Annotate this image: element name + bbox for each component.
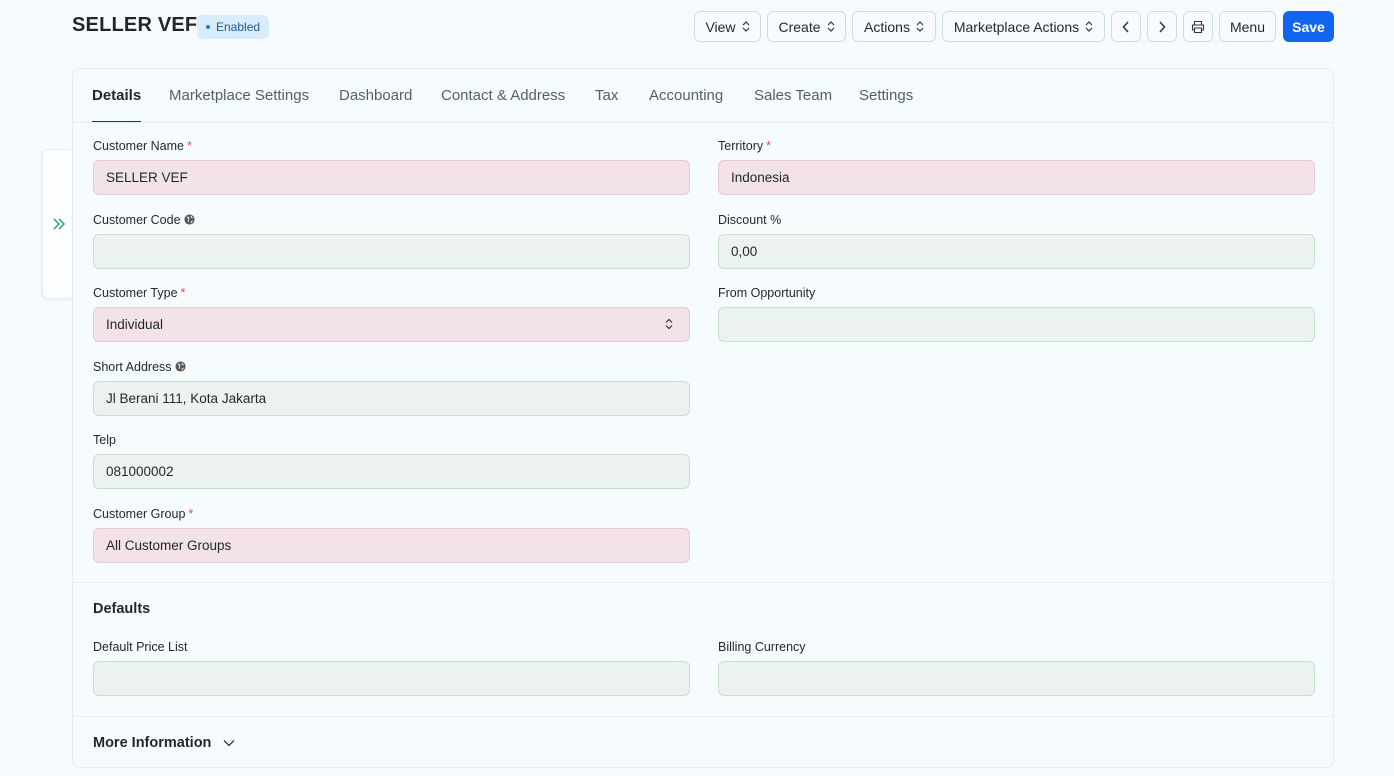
globe-icon <box>184 214 195 225</box>
form-tabs: Details Marketplace Settings Dashboard C… <box>73 69 1333 123</box>
territory-label: Territory * <box>718 139 771 153</box>
tab-tax[interactable]: Tax <box>595 87 618 122</box>
tab-sales-team[interactable]: Sales Team <box>754 87 832 122</box>
menu-button-label: Menu <box>1229 18 1266 35</box>
customer-name-label-text: Customer Name <box>93 139 184 153</box>
discount-label: Discount % <box>718 213 782 227</box>
form-card: Details Marketplace Settings Dashboard C… <box>72 68 1334 768</box>
billing-currency-field[interactable] <box>718 661 1315 696</box>
tab-settings[interactable]: Settings <box>859 87 913 122</box>
customer-group-label-text: Customer Group <box>93 507 186 521</box>
customer-type-label: Customer Type * <box>93 286 185 300</box>
short-address-label-text: Short Address <box>93 360 172 374</box>
short-address-field[interactable]: Jl Berani 111, Kota Jakarta <box>93 381 690 416</box>
status-dot-icon <box>206 24 210 29</box>
actions-button[interactable]: Actions <box>852 11 936 42</box>
chevron-right-icon <box>1159 20 1166 33</box>
tab-details[interactable]: Details <box>92 87 142 122</box>
actions-button-label: Actions <box>864 18 910 35</box>
view-button[interactable]: View <box>694 11 761 42</box>
customer-code-label-text: Customer Code <box>93 213 181 227</box>
territory-label-text: Territory <box>718 139 764 153</box>
save-button[interactable]: Save <box>1283 11 1334 42</box>
tab-accounting[interactable]: Accounting <box>649 87 723 122</box>
view-button-label: View <box>705 18 736 35</box>
customer-type-label-text: Customer Type <box>93 286 178 300</box>
customer-type-select[interactable]: Individual <box>93 307 690 342</box>
printer-icon <box>1191 20 1205 33</box>
customer-code-label: Customer Code <box>93 213 195 227</box>
chevron-left-icon <box>1122 20 1129 33</box>
default-price-list-label: Default Price List <box>93 640 188 654</box>
section-divider <box>73 716 1333 717</box>
discount-field[interactable]: 0,00 <box>718 234 1315 269</box>
from-opportunity-label: From Opportunity <box>718 286 816 300</box>
section-divider <box>73 582 1333 583</box>
create-button[interactable]: Create <box>767 11 846 42</box>
customer-name-label: Customer Name * <box>93 139 192 153</box>
create-button-label: Create <box>778 18 821 35</box>
next-record-button[interactable] <box>1147 11 1177 42</box>
required-marker: * <box>187 139 192 153</box>
marketplace-actions-button-label: Marketplace Actions <box>953 18 1080 35</box>
menu-button[interactable]: Menu <box>1219 11 1276 42</box>
sort-caret-icon <box>916 21 924 32</box>
sort-caret-icon <box>665 318 673 330</box>
tab-dashboard[interactable]: Dashboard <box>339 87 412 122</box>
customer-group-label: Customer Group * <box>93 507 193 521</box>
customer-code-field[interactable] <box>93 234 690 269</box>
marketplace-actions-button[interactable]: Marketplace Actions <box>942 11 1105 42</box>
sort-caret-icon <box>1085 21 1093 32</box>
telp-label: Telp <box>93 433 116 447</box>
page-title: SELLER VEF <box>72 14 198 36</box>
sidebar-toggle-panel[interactable] <box>42 149 74 299</box>
sort-caret-icon <box>742 21 749 32</box>
more-information-toggle[interactable]: More Information <box>93 735 235 751</box>
required-marker: * <box>766 139 772 153</box>
status-badge: Enabled <box>197 15 270 39</box>
more-information-title: More Information <box>93 735 212 751</box>
from-opportunity-field[interactable] <box>718 307 1315 342</box>
save-button-label: Save <box>1292 18 1325 35</box>
billing-currency-label: Billing Currency <box>718 640 806 654</box>
globe-icon <box>174 361 186 372</box>
double-chevron-right-icon <box>53 218 66 230</box>
default-price-list-field[interactable] <box>93 661 690 696</box>
required-marker: * <box>188 507 194 521</box>
telp-field[interactable]: 081000002 <box>93 454 690 489</box>
customer-group-field[interactable]: All Customer Groups <box>93 528 690 563</box>
customer-name-field[interactable]: SELLER VEF <box>93 160 690 195</box>
customer-type-value: Individual <box>106 317 164 332</box>
required-marker: * <box>180 286 186 300</box>
tab-contact-address[interactable]: Contact & Address <box>441 87 565 122</box>
status-badge-label: Enabled <box>216 20 261 34</box>
sort-caret-icon <box>827 21 834 32</box>
tab-marketplace-settings[interactable]: Marketplace Settings <box>169 87 309 122</box>
print-button[interactable] <box>1183 11 1213 42</box>
short-address-label: Short Address <box>93 360 186 374</box>
territory-field[interactable]: Indonesia <box>718 160 1315 195</box>
page-header: SELLER VEF Enabled View Create Actions M… <box>0 0 1394 54</box>
chevron-down-icon <box>223 740 235 747</box>
previous-record-button[interactable] <box>1111 11 1141 42</box>
defaults-section-title: Defaults <box>93 601 151 617</box>
